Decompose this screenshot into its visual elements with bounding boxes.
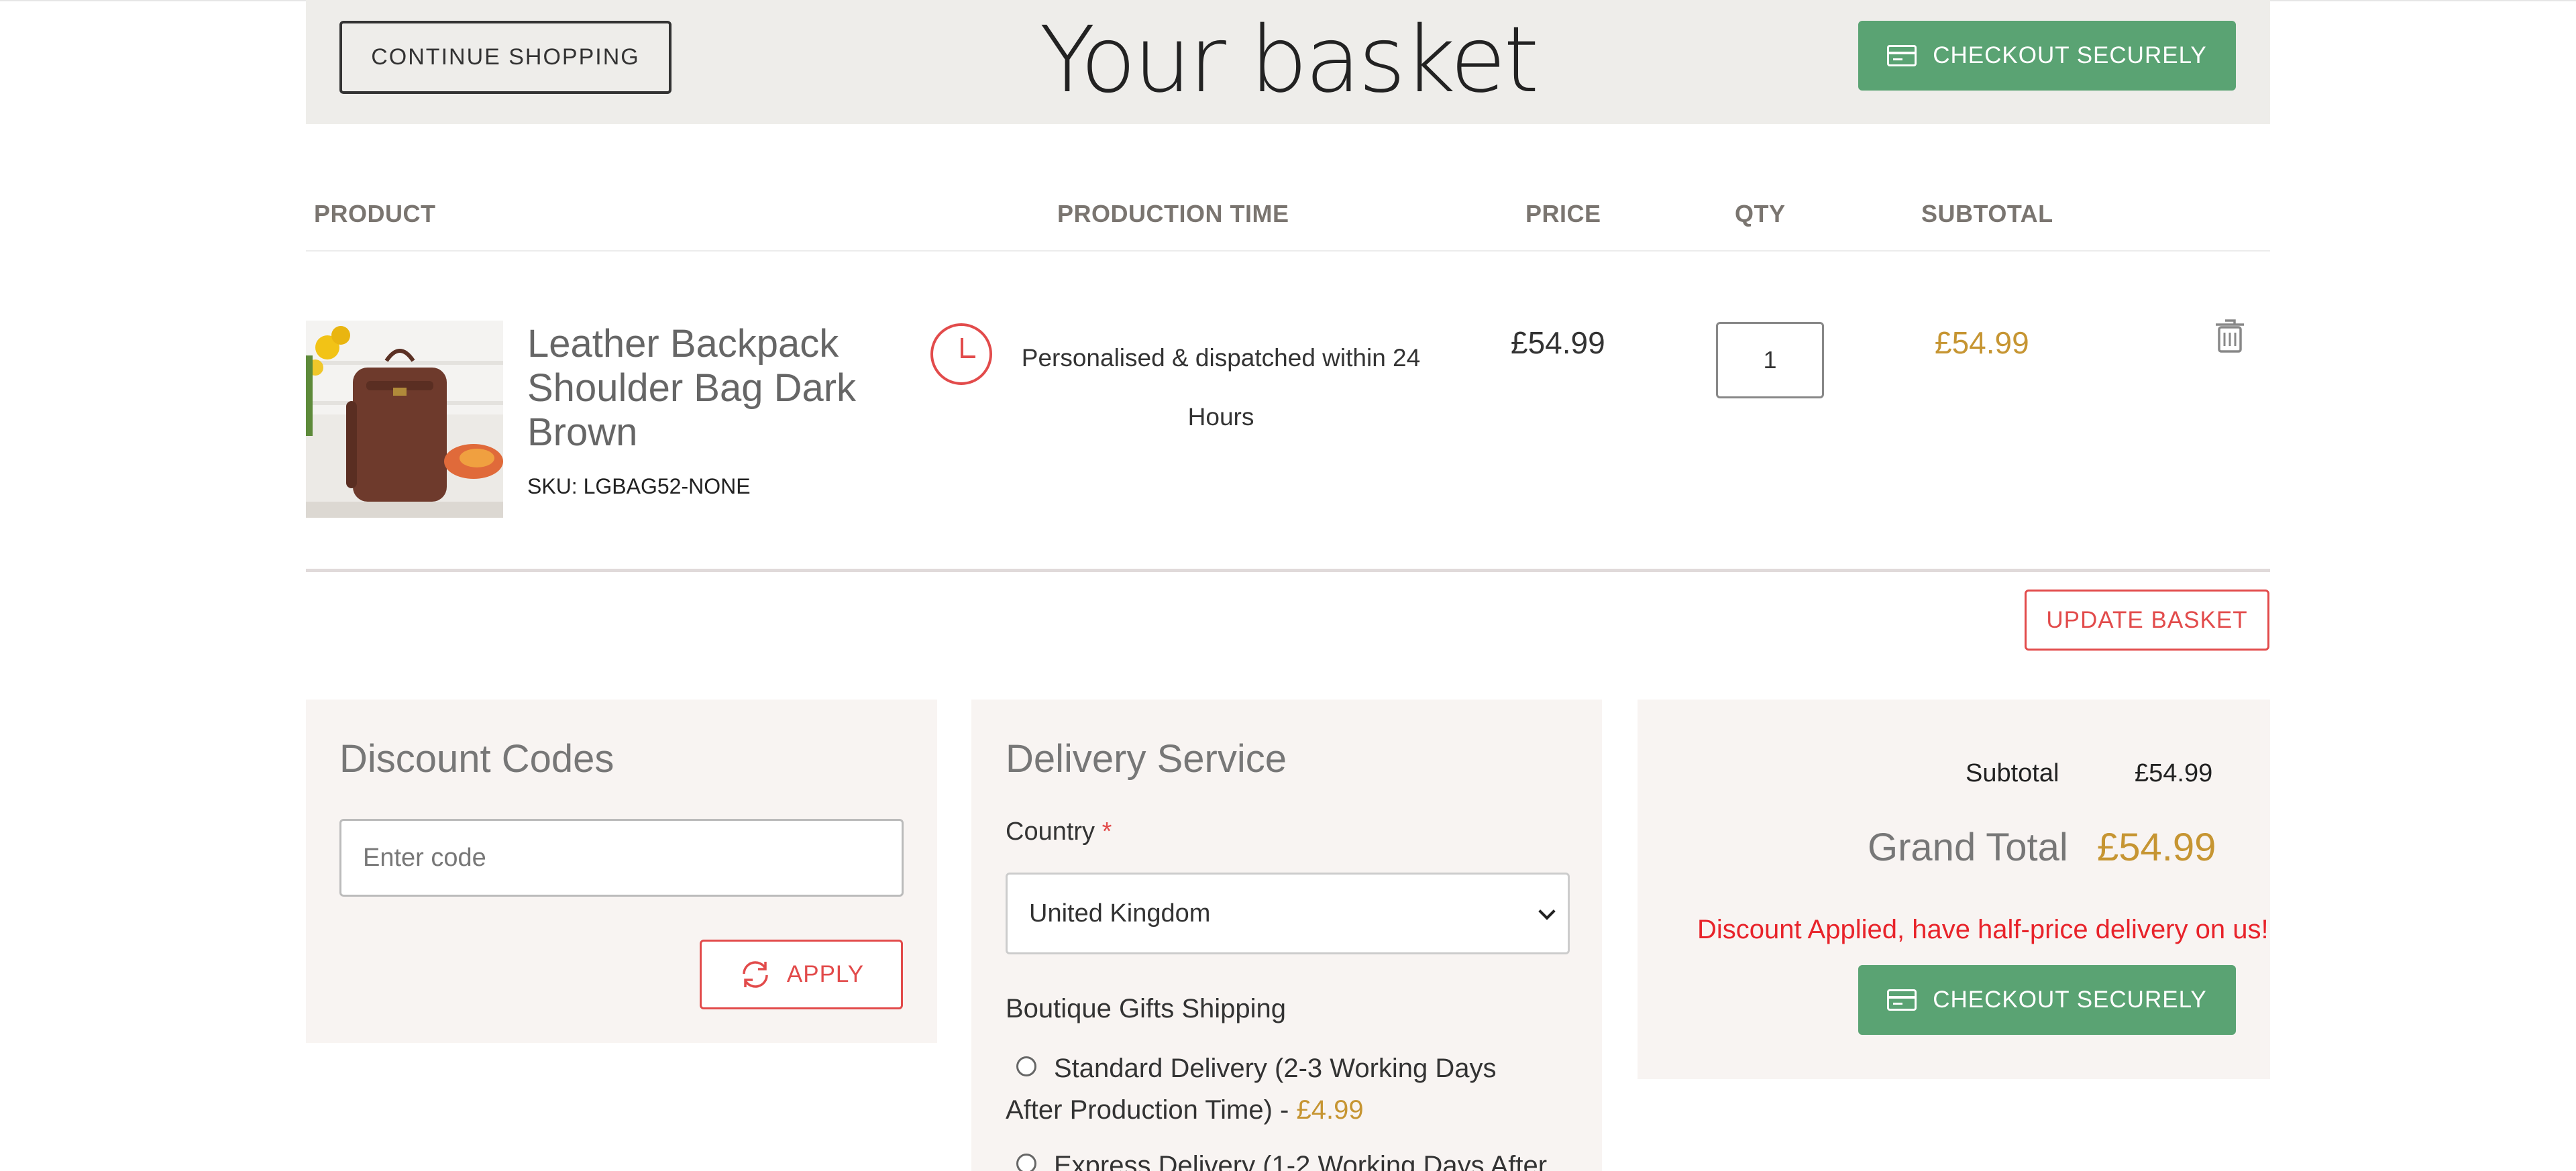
product-price: £54.99 (1511, 325, 1605, 360)
quantity-input[interactable] (1716, 322, 1824, 398)
row-divider (306, 569, 2270, 572)
column-header-product: PRODUCT (314, 200, 436, 227)
checkout-securely-button-bottom[interactable]: CHECKOUT SECURELY (1858, 965, 2236, 1035)
discount-applied-message: Discount Applied, have half-price delive… (1697, 915, 2269, 944)
column-header-production-time: PRODUCTION TIME (1057, 200, 1289, 227)
refresh-icon (743, 961, 768, 988)
apply-label: APPLY (786, 961, 865, 987)
divider (306, 250, 2270, 252)
grand-total-label: Grand Total (1868, 826, 2068, 869)
credit-card-icon (1887, 45, 1917, 66)
country-select[interactable]: United Kingdom (1006, 873, 1570, 954)
standard-delivery-price: £4.99 (1296, 1095, 1364, 1125)
column-header-price: PRICE (1525, 200, 1601, 227)
checkout-label: CHECKOUT SECURELY (1933, 987, 2207, 1013)
chevron-down-icon (1538, 903, 1556, 920)
column-header-subtotal: SUBTOTAL (1921, 200, 2053, 227)
trash-icon[interactable] (2214, 317, 2246, 354)
grand-total-value: £54.99 (2097, 826, 2216, 869)
country-label-text: Country (1006, 818, 1095, 846)
country-label: Country * (1006, 818, 1112, 846)
standard-delivery-text: Standard Delivery (2-3 Working Days Afte… (1006, 1054, 1497, 1125)
discount-code-input[interactable] (339, 819, 904, 897)
subtotal-label: Subtotal (1966, 759, 2059, 787)
country-select-value: United Kingdom (1029, 899, 1211, 928)
credit-card-icon (1887, 989, 1917, 1011)
shipping-group-title: Boutique Gifts Shipping (1006, 994, 1287, 1023)
row-subtotal: £54.99 (1935, 325, 2029, 360)
column-header-qty: QTY (1735, 200, 1786, 227)
product-image[interactable] (306, 321, 503, 518)
express-delivery-label[interactable]: Express Delivery (1-2 Working Days After (1006, 1145, 1556, 1171)
standard-delivery-label[interactable]: Standard Delivery (2-3 Working Days Afte… (1006, 1048, 1556, 1131)
checkout-securely-button-top[interactable]: CHECKOUT SECURELY (1858, 21, 2236, 91)
production-time-text: Personalised & dispatched within 24 Hour… (1021, 344, 1421, 431)
subtotal-value: £54.99 (2135, 759, 2213, 787)
checkout-label: CHECKOUT SECURELY (1933, 42, 2207, 68)
update-basket-button[interactable]: UPDATE BASKET (2025, 590, 2269, 651)
product-sku: SKU: LGBAG52-NONE (527, 474, 751, 498)
clock-icon (930, 323, 992, 385)
continue-shopping-button[interactable]: CONTINUE SHOPPING (339, 21, 672, 94)
express-delivery-text: Express Delivery (1-2 Working Days After (1054, 1151, 1548, 1171)
product-name-link[interactable]: Leather Backpack Shoulder Bag Dark Brown (527, 322, 876, 455)
apply-discount-button[interactable]: APPLY (700, 940, 903, 1009)
required-marker: * (1102, 818, 1112, 846)
delivery-service-title: Delivery Service (1006, 737, 1287, 781)
page-title: Your basket (1039, 7, 1540, 113)
discount-codes-title: Discount Codes (339, 737, 614, 781)
